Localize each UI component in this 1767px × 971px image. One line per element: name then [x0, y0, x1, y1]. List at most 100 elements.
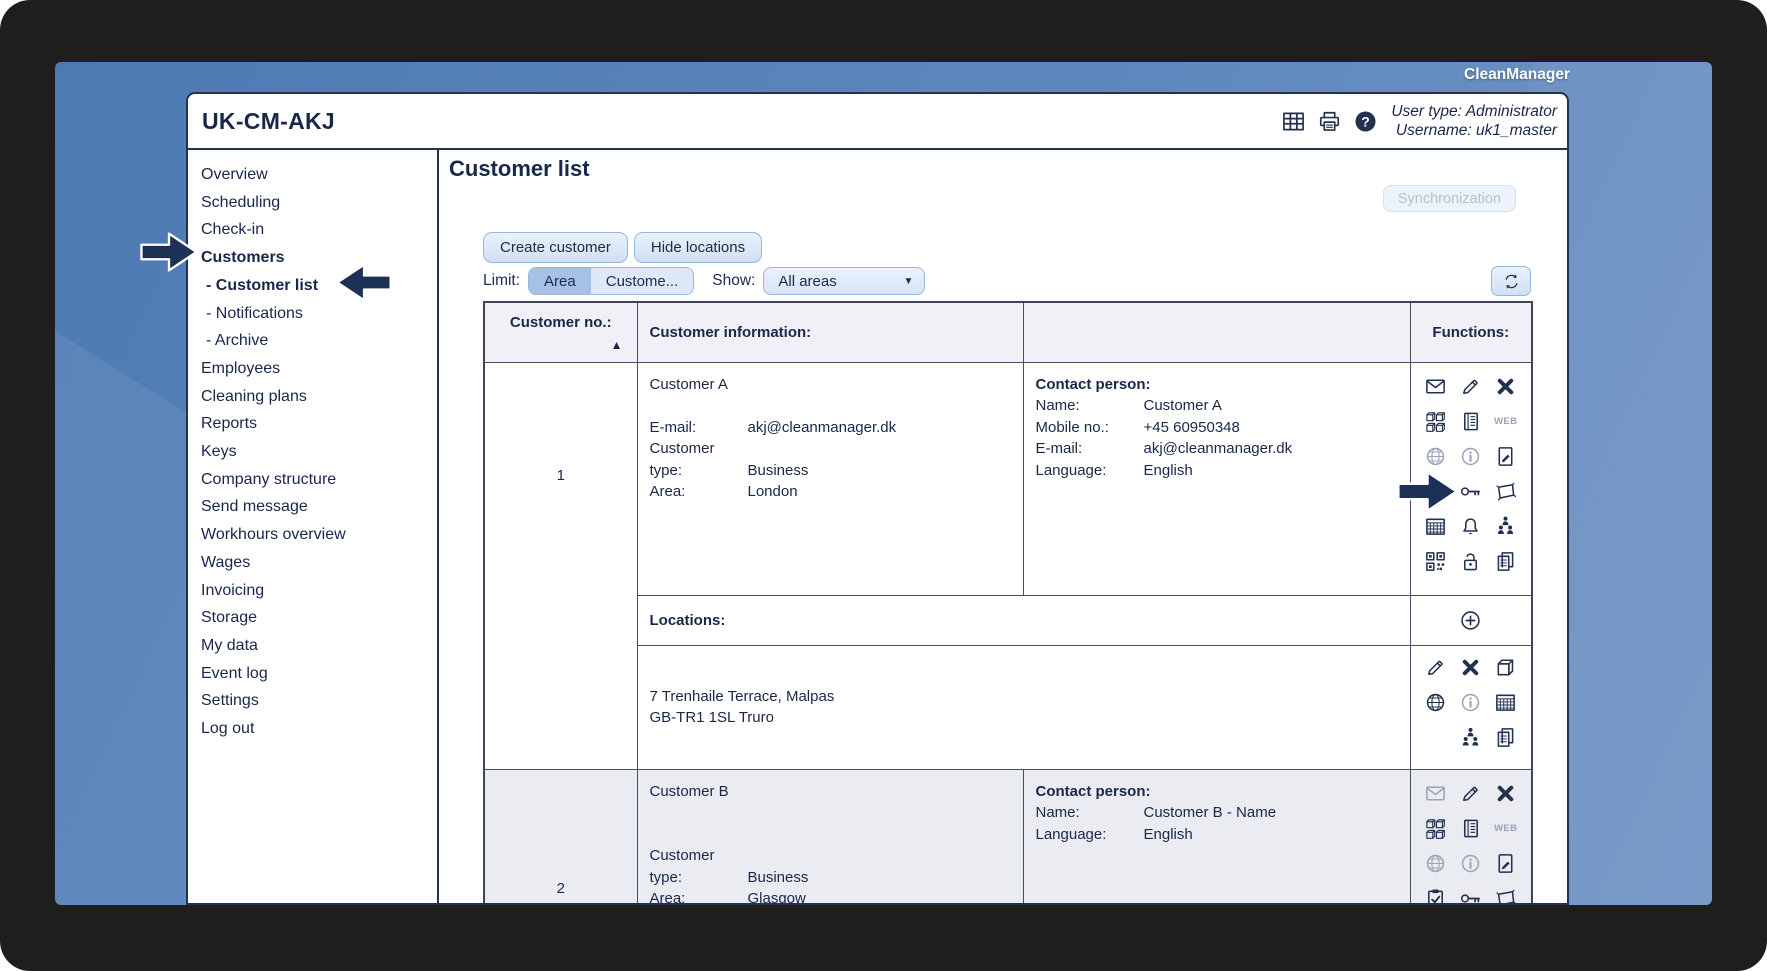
table-row-customer-a: 1 Customer A E-mail: akj@cleanmanager.dk C… [483, 361, 1533, 770]
table-icon[interactable] [1280, 108, 1307, 135]
padlock-open-icon[interactable] [1458, 550, 1484, 574]
sidebar-item-employees[interactable]: Employees [201, 355, 437, 383]
key-icon[interactable] [1458, 887, 1484, 904]
field-label: Language: [1035, 825, 1107, 843]
cubes-icon[interactable] [1423, 410, 1449, 434]
qr-icon[interactable] [1423, 550, 1449, 574]
customer-info-cell: Customer B Customer type: Business Area: Gla… [636, 768, 1024, 905]
limit-label: Limit: [483, 272, 521, 289]
info-icon[interactable] [1458, 445, 1484, 469]
globe-icon[interactable] [1423, 445, 1449, 469]
sidebar-item-check-in[interactable]: Check-in [201, 216, 437, 244]
sidebar-item-overview[interactable]: Overview [201, 161, 437, 189]
sidebar-item-settings[interactable]: Settings [201, 687, 437, 715]
sidebar-item-event-log[interactable]: Event log [201, 660, 437, 688]
sidebar-item-storage[interactable]: Storage [201, 604, 437, 632]
address-line: GB-TR1 1SL Truro [649, 709, 774, 726]
sidebar-item-log-out[interactable]: Log out [201, 715, 437, 743]
field-value: English [1143, 825, 1193, 843]
annotation-arrow-key-icon [1394, 469, 1461, 514]
refresh-icon[interactable] [1498, 269, 1524, 293]
edit-icon[interactable] [1423, 656, 1449, 680]
create-customer-button[interactable]: Create customer [483, 232, 628, 263]
window-header: UK-CM-AKJ ? User type: Administrator Use… [188, 94, 1567, 150]
field-value: Business [747, 868, 809, 886]
help-icon[interactable]: ? [1352, 108, 1379, 135]
sidebar-item-notifications[interactable]: - Notifications [201, 300, 437, 328]
sidebar-item-keys[interactable]: Keys [201, 438, 437, 466]
table-row-customer-b: 2 Customer B Customer type: Business Area: G… [483, 768, 1533, 905]
delete-icon[interactable] [1493, 375, 1519, 399]
mail-icon[interactable] [1423, 782, 1449, 806]
field-value [748, 845, 1011, 867]
journal-icon[interactable] [1458, 410, 1484, 434]
key-icon[interactable] [1458, 480, 1484, 504]
sidebar-item-reports[interactable]: Reports [201, 410, 437, 438]
globe-icon[interactable] [1423, 691, 1449, 715]
pinboard-icon[interactable] [1493, 480, 1519, 504]
add-location-cell [1409, 594, 1533, 646]
field-label: type: [649, 461, 683, 479]
clipboard-check-icon[interactable] [1423, 887, 1449, 903]
grid-icon[interactable] [1493, 691, 1519, 715]
username: Username: uk1_master [1395, 122, 1557, 139]
column-header-customer-no[interactable]: Customer no.: ▲ [483, 301, 638, 363]
sidebar-item-customers[interactable]: Customers [201, 244, 437, 272]
sidebar-item-cleaning-plans[interactable]: Cleaning plans [201, 383, 437, 411]
sidebar-item-send-message[interactable]: Send message [201, 493, 437, 521]
limit-option-customer[interactable]: Custome... [591, 268, 694, 294]
customer-number-cell: 1 [483, 361, 638, 770]
sidebar-item-scheduling[interactable]: Scheduling [201, 189, 437, 217]
journal-icon[interactable] [1458, 817, 1484, 841]
field-label: Area: [649, 890, 686, 905]
edit-icon[interactable] [1458, 375, 1484, 399]
copies-icon[interactable] [1493, 550, 1519, 574]
annotation-arrow-customer-list [336, 261, 392, 304]
sidebar-item-workhours-overview[interactable]: Workhours overview [201, 521, 437, 549]
page-title: UK-CM-AKJ [202, 107, 336, 134]
field-label: type: [649, 868, 683, 886]
pinboard-icon[interactable] [1493, 887, 1519, 903]
brand-logo: CleanManager [1464, 66, 1570, 83]
box-icon[interactable] [1493, 656, 1519, 680]
sidebar-item-customer-list[interactable]: - Customer list [201, 272, 437, 300]
info-icon[interactable] [1458, 691, 1484, 715]
refresh-button[interactable] [1491, 266, 1531, 296]
main-content: Customer list Synchronization Create cus… [437, 150, 1567, 903]
grid-icon[interactable] [1423, 515, 1449, 539]
printer-icon[interactable] [1316, 108, 1343, 135]
field-value [748, 824, 1011, 846]
location-address-cell: 7 Trenhaile Terrace, Malpas GB-TR1 1SL Tr… [636, 644, 1411, 770]
hide-locations-button[interactable]: Hide locations [633, 232, 763, 263]
people-org-icon[interactable] [1458, 726, 1484, 750]
note-edit-icon[interactable] [1493, 445, 1519, 469]
show-areas-select[interactable]: All areas ▼ [763, 267, 926, 295]
cubes-icon[interactable] [1423, 817, 1449, 841]
mail-icon[interactable] [1423, 375, 1449, 399]
note-edit-icon[interactable] [1493, 852, 1519, 876]
sidebar-nav: Overview Scheduling Check-in Customers - Cus… [188, 150, 437, 903]
globe-icon[interactable] [1423, 852, 1449, 876]
delete-icon[interactable] [1493, 782, 1519, 806]
sidebar-item-archive[interactable]: - Archive [201, 327, 437, 355]
sidebar-item-my-data[interactable]: My data [201, 632, 437, 660]
bell-icon[interactable] [1458, 515, 1484, 539]
sort-asc-icon[interactable]: ▲ [485, 338, 637, 352]
copies-icon[interactable] [1493, 726, 1519, 750]
section-title: Customer list [449, 156, 590, 181]
people-icon[interactable] [1493, 515, 1519, 539]
sidebar-item-invoicing[interactable]: Invoicing [201, 577, 437, 605]
limit-option-area[interactable]: Area [529, 268, 591, 294]
edit-icon[interactable] [1458, 782, 1484, 806]
sidebar-item-wages[interactable]: Wages [201, 549, 437, 577]
info-icon[interactable] [1458, 852, 1484, 876]
app-window: UK-CM-AKJ ? User type: Administrator Use… [186, 92, 1569, 905]
web-icon[interactable]: WEB [1493, 817, 1519, 841]
customer-name: Customer A [649, 375, 728, 393]
sidebar-item-company-structure[interactable]: Company structure [201, 466, 437, 494]
synchronization-button[interactable]: Synchronization [1382, 185, 1516, 212]
web-icon[interactable]: WEB [1493, 410, 1519, 434]
plus-circle-icon[interactable] [1458, 608, 1484, 632]
annotation-arrow-customers [140, 228, 198, 276]
delete-icon[interactable] [1458, 656, 1484, 680]
